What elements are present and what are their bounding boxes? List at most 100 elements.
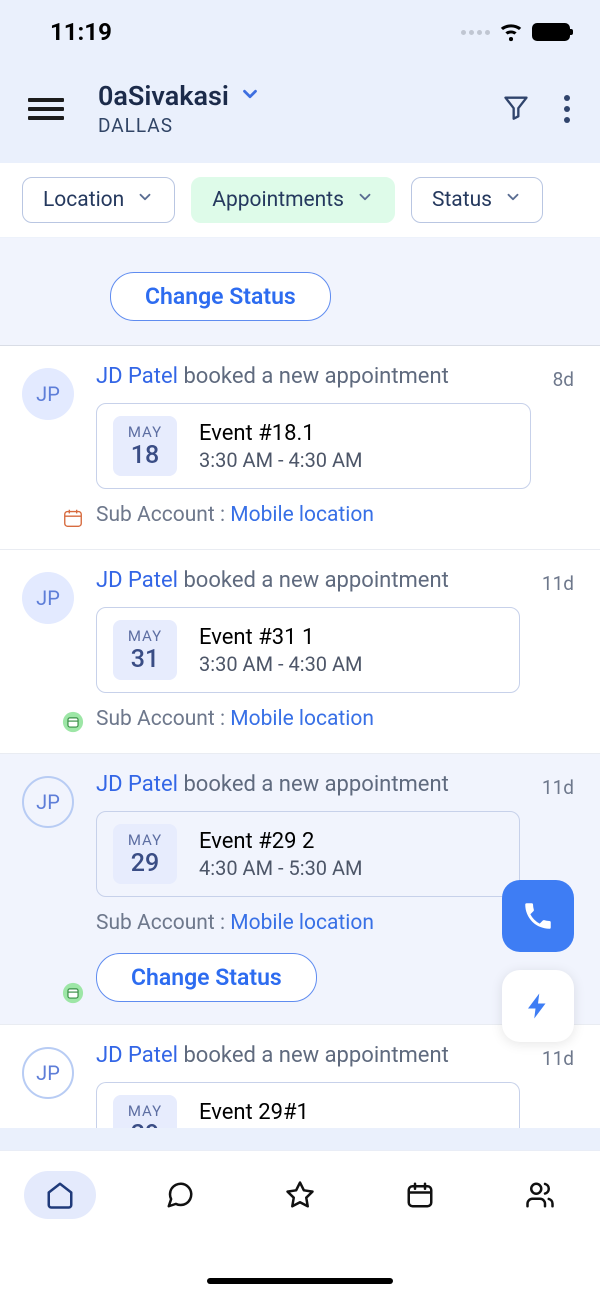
event-box[interactable]: MAY 29 Event 29#1 3:30 AM - 4:30 AM (96, 1082, 520, 1128)
event-title: Event #31 1 (199, 625, 363, 650)
location-link[interactable]: Mobile location (230, 911, 374, 935)
app-title: 0aSivakasi (98, 80, 229, 112)
signal-dots-icon (461, 30, 490, 35)
action-text: booked a new appointment (183, 772, 448, 797)
status-bar: 11:19 (0, 0, 600, 56)
event-time: 3:30 AM - 4:30 AM (199, 448, 363, 472)
avatar-wrap: JP (22, 1047, 80, 1128)
contact-name[interactable]: JD Patel (96, 364, 178, 389)
battery-icon (532, 23, 570, 41)
time-ago: 11d (542, 1047, 574, 1070)
event-box[interactable]: MAY 31 Event #31 1 3:30 AM - 4:30 AM (96, 607, 520, 693)
location-link[interactable]: Mobile location (230, 503, 374, 527)
card-headline: JD Patel booked a new appointment (96, 364, 531, 389)
sub-account-line: Sub Account : Mobile location (96, 911, 520, 935)
date-chip: MAY 18 (113, 416, 177, 476)
chevron-down-icon (239, 83, 261, 109)
filter-chip-appointments[interactable]: Appointments (191, 177, 395, 223)
event-title: Event #18.1 (199, 421, 363, 446)
chip-label: Status (432, 188, 492, 212)
event-day: 18 (131, 441, 159, 470)
event-month: MAY (128, 627, 162, 645)
appointment-card[interactable]: JP JD Patel booked a new appointment MAY… (0, 550, 600, 754)
chevron-down-icon (356, 188, 374, 212)
status-icons (461, 17, 570, 47)
home-indicator (207, 1278, 393, 1284)
contact-name[interactable]: JD Patel (96, 1043, 178, 1068)
card-headline: JD Patel booked a new appointment (96, 1043, 520, 1068)
avatar-wrap: JP (22, 572, 80, 731)
event-month: MAY (128, 1102, 162, 1120)
event-time: 3:30 AM - 4:30 AM (199, 1127, 363, 1129)
date-chip: MAY 29 (113, 824, 177, 884)
appointment-list[interactable]: Change Status JP JD Patel booked a new a… (0, 238, 600, 1128)
event-title: Event #29 2 (199, 829, 363, 854)
event-box[interactable]: MAY 29 Event #29 2 4:30 AM - 5:30 AM (96, 811, 520, 897)
faded-text (110, 238, 580, 262)
calendar-badge-icon (62, 982, 84, 1004)
chip-label: Location (43, 188, 124, 212)
date-chip: MAY 29 (113, 1095, 177, 1128)
avatar-wrap: JP (22, 368, 80, 527)
event-time: 4:30 AM - 5:30 AM (199, 856, 363, 880)
bottom-nav (0, 1150, 600, 1298)
appointment-card[interactable]: JP JD Patel booked a new appointment MAY… (0, 1025, 600, 1128)
wifi-icon (498, 17, 524, 47)
app-subtitle: DALLAS (98, 114, 502, 137)
chip-label: Appointments (212, 188, 344, 212)
sub-account-line: Sub Account : Mobile location (96, 707, 520, 731)
status-time: 11:19 (50, 18, 112, 46)
change-status-button[interactable]: Change Status (110, 272, 331, 321)
avatar: JP (22, 368, 74, 420)
avatar: JP (22, 1047, 74, 1099)
card-headline: JD Patel booked a new appointment (96, 568, 520, 593)
event-month: MAY (128, 831, 162, 849)
nav-chat[interactable] (144, 1171, 216, 1219)
sub-account-label: Sub Account : (96, 503, 230, 527)
filter-chip-status[interactable]: Status (411, 177, 543, 223)
nav-home[interactable] (24, 1171, 96, 1219)
location-link[interactable]: Mobile location (230, 707, 374, 731)
avatar-wrap: JP (22, 776, 80, 1002)
nav-people[interactable] (504, 1171, 576, 1219)
list-item-partial: Change Status (0, 238, 600, 346)
calendar-badge-icon (62, 507, 84, 529)
event-day: 29 (131, 849, 159, 878)
filter-chip-row: Location Appointments Status (0, 163, 600, 238)
appointment-card[interactable]: JP JD Patel booked a new appointment MAY… (0, 346, 600, 550)
sub-account-label: Sub Account : (96, 707, 230, 731)
action-text: booked a new appointment (183, 568, 448, 593)
time-ago: 11d (542, 572, 574, 595)
nav-star[interactable] (264, 1171, 336, 1219)
event-box[interactable]: MAY 18 Event #18.1 3:30 AM - 4:30 AM (96, 403, 531, 489)
menu-icon[interactable] (28, 98, 64, 120)
title-block[interactable]: 0aSivakasi DALLAS (98, 80, 502, 137)
change-status-button[interactable]: Change Status (96, 953, 317, 1002)
card-headline: JD Patel booked a new appointment (96, 772, 520, 797)
bolt-fab[interactable] (502, 970, 574, 1042)
filter-icon[interactable] (502, 93, 530, 125)
event-day: 31 (131, 645, 159, 674)
filter-chip-location[interactable]: Location (22, 177, 175, 223)
call-fab[interactable] (502, 880, 574, 952)
event-day: 29 (131, 1120, 159, 1129)
time-ago: 8d (553, 368, 574, 391)
chevron-down-icon (504, 188, 522, 212)
sub-account-label: Sub Account : (96, 911, 230, 935)
action-text: booked a new appointment (183, 364, 448, 389)
event-title: Event 29#1 (199, 1100, 363, 1125)
sub-account-line: Sub Account : Mobile location (96, 503, 531, 527)
app-header: 0aSivakasi DALLAS (0, 56, 600, 163)
contact-name[interactable]: JD Patel (96, 568, 178, 593)
chevron-down-icon (136, 188, 154, 212)
event-time: 3:30 AM - 4:30 AM (199, 652, 363, 676)
action-text: booked a new appointment (183, 1043, 448, 1068)
nav-calendar[interactable] (384, 1171, 456, 1219)
kebab-menu-icon[interactable] (564, 95, 570, 123)
event-month: MAY (128, 423, 162, 441)
contact-name[interactable]: JD Patel (96, 772, 178, 797)
calendar-badge-icon (62, 711, 84, 733)
time-ago: 11d (542, 776, 574, 799)
avatar: JP (22, 776, 74, 828)
avatar: JP (22, 572, 74, 624)
